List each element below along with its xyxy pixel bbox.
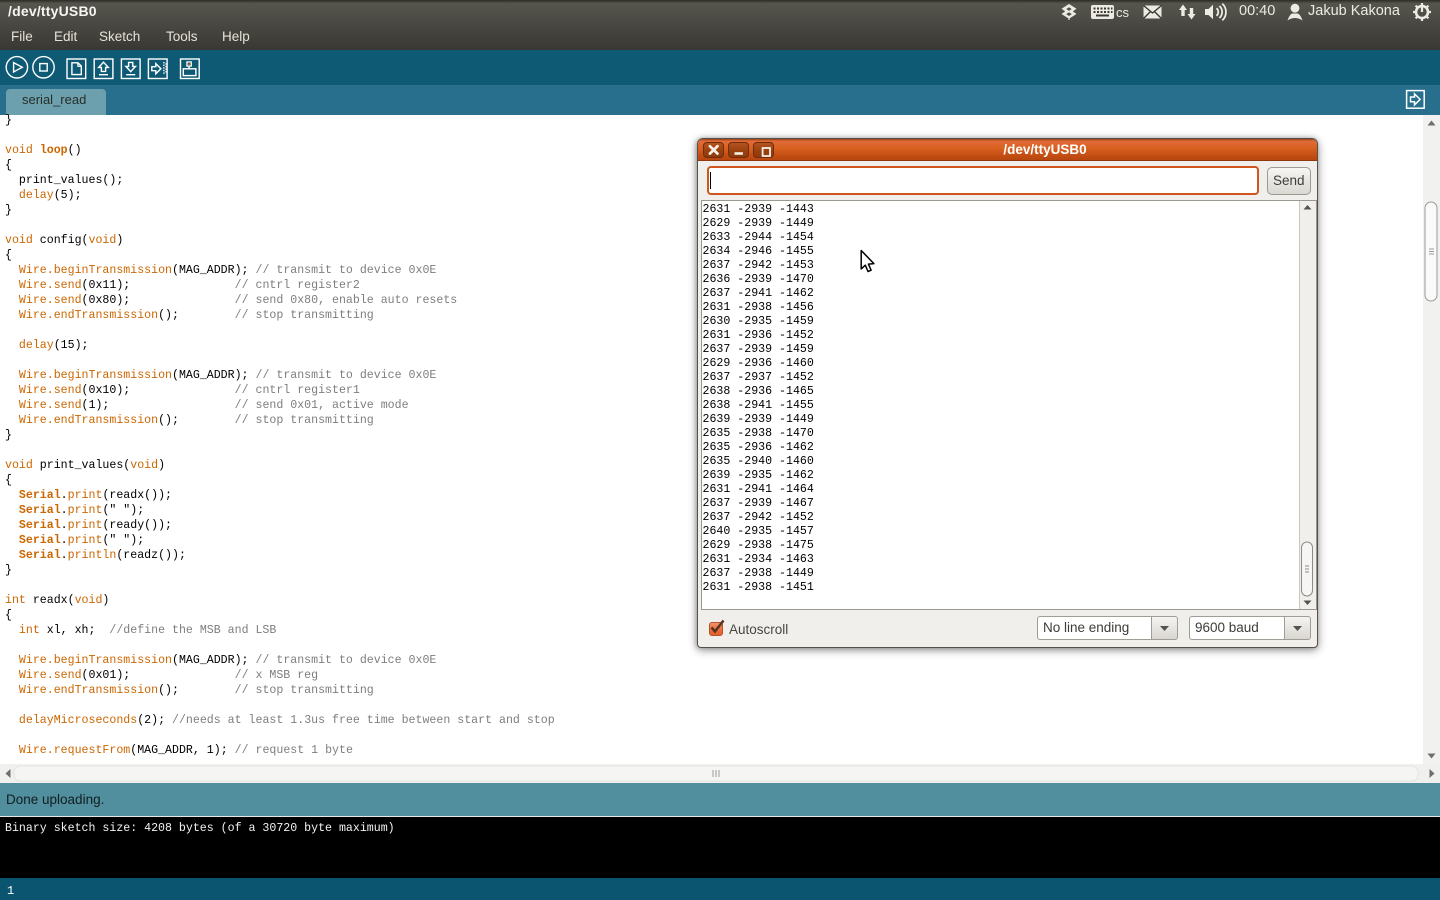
svg-text:cs: cs [1116, 5, 1130, 20]
